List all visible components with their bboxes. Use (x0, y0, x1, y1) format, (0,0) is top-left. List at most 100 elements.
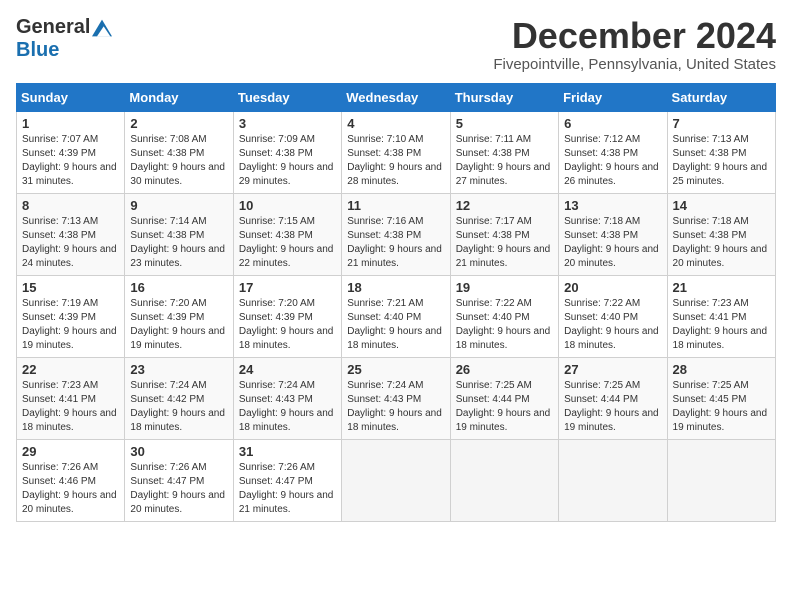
day-info: Sunrise: 7:18 AMSunset: 4:38 PMDaylight:… (564, 215, 661, 271)
calendar-cell: 27 Sunrise: 7:25 AMSunset: 4:44 PMDayligh… (559, 357, 667, 439)
day-number: 17 (239, 280, 336, 295)
calendar-cell: 14Sunrise: 7:18 AMSunset: 4:38 PMDayligh… (667, 193, 775, 275)
day-number: 24 (239, 362, 336, 377)
day-number: 16 (130, 280, 227, 295)
calendar-cell: 26Sunrise: 7:25 AMSunset: 4:44 PMDayligh… (450, 357, 558, 439)
day-info: Sunrise: 7:24 AMSunset: 4:43 PMDaylight:… (239, 379, 336, 435)
calendar-cell: 24 Sunrise: 7:24 AMSunset: 4:43 PMDayligh… (233, 357, 341, 439)
calendar-cell: 22Sunrise: 7:23 AMSunset: 4:41 PMDayligh… (17, 357, 125, 439)
calendar-cell: 18 Sunrise: 7:21 AMSunset: 4:40 PMDayligh… (342, 275, 450, 357)
calendar-week-row: 15 Sunrise: 7:19 AMSunset: 4:39 PMDayligh… (17, 275, 776, 357)
day-number: 6 (564, 116, 661, 131)
calendar-cell: 3Sunrise: 7:09 AMSunset: 4:38 PMDaylight… (233, 111, 341, 193)
logo-icon (92, 18, 112, 38)
day-info: Sunrise: 7:25 AMSunset: 4:45 PMDaylight:… (673, 379, 770, 435)
calendar-week-row: 22Sunrise: 7:23 AMSunset: 4:41 PMDayligh… (17, 357, 776, 439)
day-number: 23 (130, 362, 227, 377)
day-number: 31 (239, 444, 336, 459)
calendar-week-row: 8 Sunrise: 7:13 AMSunset: 4:38 PMDaylight… (17, 193, 776, 275)
calendar-cell: 17 Sunrise: 7:20 AMSunset: 4:39 PMDayligh… (233, 275, 341, 357)
day-number: 7 (673, 116, 770, 131)
calendar-cell (450, 439, 558, 521)
calendar-cell: 1Sunrise: 7:07 AMSunset: 4:39 PMDaylight… (17, 111, 125, 193)
calendar-cell (342, 439, 450, 521)
calendar-cell: 29 Sunrise: 7:26 AMSunset: 4:46 PMDayligh… (17, 439, 125, 521)
day-number: 18 (347, 280, 444, 295)
calendar-cell: 30 Sunrise: 7:26 AMSunset: 4:47 PMDayligh… (125, 439, 233, 521)
day-info: Sunrise: 7:11 AMSunset: 4:38 PMDaylight:… (456, 133, 553, 189)
day-info: Sunrise: 7:24 AMSunset: 4:43 PMDaylight:… (347, 379, 444, 435)
day-info: Sunrise: 7:19 AMSunset: 4:39 PMDaylight:… (22, 297, 119, 353)
day-info: Sunrise: 7:14 AMSunset: 4:38 PMDaylight:… (130, 215, 227, 271)
header-day: Sunday (17, 83, 125, 111)
day-number: 4 (347, 116, 444, 131)
day-number: 5 (456, 116, 553, 131)
day-number: 1 (22, 116, 119, 131)
day-info: Sunrise: 7:21 AMSunset: 4:40 PMDaylight:… (347, 297, 444, 353)
calendar-cell: 7 Sunrise: 7:13 AMSunset: 4:38 PMDaylight… (667, 111, 775, 193)
day-info: Sunrise: 7:20 AMSunset: 4:39 PMDaylight:… (130, 297, 227, 353)
calendar-table: SundayMondayTuesdayWednesdayThursdayFrid… (16, 83, 776, 522)
month-title: December 2024 (493, 16, 776, 56)
header-day: Saturday (667, 83, 775, 111)
day-number: 21 (673, 280, 770, 295)
calendar-cell: 15 Sunrise: 7:19 AMSunset: 4:39 PMDayligh… (17, 275, 125, 357)
day-number: 29 (22, 444, 119, 459)
day-info: Sunrise: 7:26 AMSunset: 4:47 PMDaylight:… (239, 461, 336, 517)
calendar-cell: 20Sunrise: 7:22 AMSunset: 4:40 PMDayligh… (559, 275, 667, 357)
day-info: Sunrise: 7:18 AMSunset: 4:38 PMDaylight:… (673, 215, 770, 271)
calendar-cell: 8 Sunrise: 7:13 AMSunset: 4:38 PMDaylight… (17, 193, 125, 275)
calendar-cell: 4 Sunrise: 7:10 AMSunset: 4:38 PMDaylight… (342, 111, 450, 193)
day-number: 13 (564, 198, 661, 213)
header-day: Wednesday (342, 83, 450, 111)
day-info: Sunrise: 7:26 AMSunset: 4:47 PMDaylight:… (130, 461, 227, 517)
header-day: Tuesday (233, 83, 341, 111)
day-number: 10 (239, 198, 336, 213)
day-number: 3 (239, 116, 336, 131)
calendar-cell: 28Sunrise: 7:25 AMSunset: 4:45 PMDayligh… (667, 357, 775, 439)
location-title: Fivepointville, Pennsylvania, United Sta… (493, 56, 776, 73)
calendar-cell: 21 Sunrise: 7:23 AMSunset: 4:41 PMDayligh… (667, 275, 775, 357)
day-info: Sunrise: 7:10 AMSunset: 4:38 PMDaylight:… (347, 133, 444, 189)
calendar-cell (667, 439, 775, 521)
calendar-cell: 9 Sunrise: 7:14 AMSunset: 4:38 PMDaylight… (125, 193, 233, 275)
day-number: 9 (130, 198, 227, 213)
day-info: Sunrise: 7:25 AMSunset: 4:44 PMDaylight:… (564, 379, 661, 435)
logo-blue: Blue (16, 39, 59, 62)
day-info: Sunrise: 7:20 AMSunset: 4:39 PMDaylight:… (239, 297, 336, 353)
day-info: Sunrise: 7:25 AMSunset: 4:44 PMDaylight:… (456, 379, 553, 435)
calendar-cell: 31 Sunrise: 7:26 AMSunset: 4:47 PMDayligh… (233, 439, 341, 521)
day-info: Sunrise: 7:22 AMSunset: 4:40 PMDaylight:… (456, 297, 553, 353)
day-info: Sunrise: 7:16 AMSunset: 4:38 PMDaylight:… (347, 215, 444, 271)
calendar-cell: 11 Sunrise: 7:16 AMSunset: 4:38 PMDayligh… (342, 193, 450, 275)
day-info: Sunrise: 7:12 AMSunset: 4:38 PMDaylight:… (564, 133, 661, 189)
calendar-cell: 6 Sunrise: 7:12 AMSunset: 4:38 PMDaylight… (559, 111, 667, 193)
day-info: Sunrise: 7:26 AMSunset: 4:46 PMDaylight:… (22, 461, 119, 517)
day-info: Sunrise: 7:22 AMSunset: 4:40 PMDaylight:… (564, 297, 661, 353)
day-number: 27 (564, 362, 661, 377)
header-day: Thursday (450, 83, 558, 111)
day-number: 8 (22, 198, 119, 213)
calendar-cell (559, 439, 667, 521)
day-info: Sunrise: 7:13 AMSunset: 4:38 PMDaylight:… (673, 133, 770, 189)
day-number: 12 (456, 198, 553, 213)
calendar-cell: 10 Sunrise: 7:15 AMSunset: 4:38 PMDayligh… (233, 193, 341, 275)
calendar-week-row: 29 Sunrise: 7:26 AMSunset: 4:46 PMDayligh… (17, 439, 776, 521)
header-row: SundayMondayTuesdayWednesdayThursdayFrid… (17, 83, 776, 111)
calendar-cell: 16 Sunrise: 7:20 AMSunset: 4:39 PMDayligh… (125, 275, 233, 357)
day-info: Sunrise: 7:23 AMSunset: 4:41 PMDaylight:… (673, 297, 770, 353)
header: General Blue December 2024 Fivepointvill… (16, 16, 776, 73)
header-day: Friday (559, 83, 667, 111)
day-number: 15 (22, 280, 119, 295)
calendar-week-row: 1Sunrise: 7:07 AMSunset: 4:39 PMDaylight… (17, 111, 776, 193)
day-info: Sunrise: 7:15 AMSunset: 4:38 PMDaylight:… (239, 215, 336, 271)
day-info: Sunrise: 7:24 AMSunset: 4:42 PMDaylight:… (130, 379, 227, 435)
logo-general: General (16, 16, 90, 39)
day-number: 2 (130, 116, 227, 131)
day-info: Sunrise: 7:13 AMSunset: 4:38 PMDaylight:… (22, 215, 119, 271)
calendar-cell: 13 Sunrise: 7:18 AMSunset: 4:38 PMDayligh… (559, 193, 667, 275)
calendar-cell: 23 Sunrise: 7:24 AMSunset: 4:42 PMDayligh… (125, 357, 233, 439)
day-number: 11 (347, 198, 444, 213)
logo: General Blue (16, 16, 112, 62)
day-number: 30 (130, 444, 227, 459)
